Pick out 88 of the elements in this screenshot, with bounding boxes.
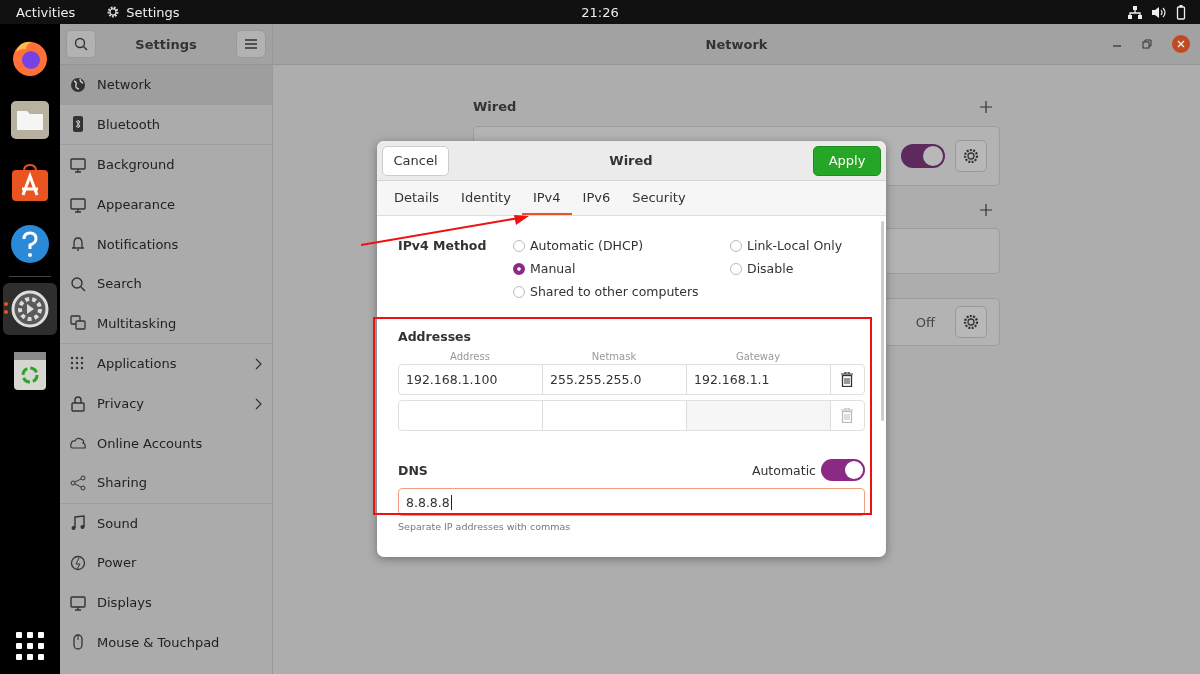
- sidebar-item[interactable]: Appearance: [60, 184, 272, 225]
- tab[interactable]: Identity: [450, 181, 522, 215]
- gear-icon: [963, 314, 979, 330]
- sidebar-item[interactable]: Notifications: [60, 224, 272, 264]
- gear-icon: [10, 289, 50, 329]
- column-header: Netmask: [590, 351, 638, 362]
- sidebar-item[interactable]: Search: [60, 263, 272, 304]
- sidebar-title: Settings: [135, 36, 197, 52]
- settings-category-icon: [70, 594, 86, 611]
- radio-option[interactable]: Manual: [513, 261, 730, 276]
- hint-text: Separate IP addresses with commas: [398, 521, 572, 532]
- sidebar-item[interactable]: Applications: [60, 344, 272, 384]
- recycle-bin-icon: [13, 351, 47, 391]
- toggle-switch[interactable]: [821, 459, 865, 481]
- folder-icon: [10, 100, 50, 140]
- column-header: Address: [449, 351, 491, 362]
- search-button[interactable]: [66, 30, 96, 58]
- settings-category-icon: [70, 474, 86, 491]
- switch-label: Automatic: [751, 462, 816, 478]
- sidebar-item[interactable]: Multitasking: [60, 303, 272, 344]
- sidebar-item[interactable]: Sound: [60, 503, 272, 544]
- netmask-field[interactable]: 255.255.255.0: [543, 365, 687, 394]
- radio-option[interactable]: Link-Local Only: [730, 238, 843, 253]
- sidebar-item[interactable]: Online Accounts: [60, 423, 272, 463]
- sidebar-item[interactable]: Displays: [60, 582, 272, 623]
- gateway-field[interactable]: 192.168.1.1: [687, 365, 831, 394]
- shopping-bag-icon: [10, 162, 50, 202]
- add-icon[interactable]: [980, 100, 992, 113]
- radio-option[interactable]: Automatic (DHCP): [513, 238, 730, 253]
- gear-icon: [106, 5, 121, 19]
- radio-option[interactable]: Disable: [730, 261, 843, 276]
- column-header: Gateway: [734, 351, 782, 362]
- settings-category-icon: [70, 196, 86, 213]
- settings-category-icon: [70, 157, 86, 173]
- settings-button[interactable]: [955, 306, 987, 338]
- restore-icon[interactable]: [1142, 39, 1152, 49]
- settings-category-icon: [70, 116, 86, 133]
- search-icon: [74, 37, 88, 51]
- proxy-state: Off: [915, 314, 935, 330]
- settings-category-icon: [70, 355, 86, 372]
- address-field[interactable]: 192.168.1.100: [399, 365, 543, 394]
- section-title: Wired: [473, 99, 517, 114]
- menu-button[interactable]: [236, 30, 266, 58]
- settings-button[interactable]: [955, 140, 987, 172]
- sidebar-item[interactable]: Power: [60, 543, 272, 583]
- sidebar-item[interactable]: Background: [60, 145, 272, 185]
- search-icon: [70, 275, 86, 292]
- question-icon: [10, 224, 50, 264]
- sidebar-item[interactable]: Sharing: [60, 462, 272, 503]
- cancel-button[interactable]: Cancel: [382, 145, 449, 176]
- toggle-switch[interactable]: [901, 144, 945, 168]
- menu-icon: [245, 39, 257, 49]
- radio-button[interactable]: [513, 262, 525, 275]
- field-label: IPv4 Method: [398, 238, 488, 255]
- sidebar-item[interactable]: Privacy: [60, 383, 272, 424]
- settings-category-icon: [70, 515, 86, 532]
- settings-category-icon: [70, 315, 86, 332]
- settings-category-icon: [70, 634, 86, 651]
- gear-icon: [963, 148, 979, 164]
- dialog-title: Wired: [609, 153, 653, 168]
- radio-option[interactable]: Shared to other computers: [513, 284, 730, 299]
- section-title: Addresses: [398, 329, 472, 344]
- app-grid-icon[interactable]: [16, 632, 44, 660]
- settings-category-icon: [70, 76, 86, 93]
- settings-category-icon: [70, 395, 86, 412]
- add-icon[interactable]: [980, 204, 992, 216]
- trash-icon: [841, 408, 853, 423]
- section-title: DNS: [398, 462, 429, 478]
- settings-category-icon: [70, 554, 86, 571]
- close-icon[interactable]: [1172, 35, 1190, 53]
- battery-icon[interactable]: [1176, 4, 1186, 20]
- sidebar-item[interactable]: Bluetooth: [60, 104, 272, 145]
- sidebar-item[interactable]: Mouse & Touchpad: [60, 622, 272, 662]
- tab[interactable]: IPv6: [571, 181, 622, 215]
- dns-field[interactable]: 8.8.8.8: [398, 488, 865, 516]
- page-title: Network: [705, 36, 768, 52]
- trash-icon[interactable]: [841, 372, 853, 387]
- clock[interactable]: 21:26: [581, 4, 619, 20]
- volume-icon[interactable]: [1152, 5, 1166, 19]
- sidebar-item[interactable]: Network: [60, 65, 272, 105]
- settings-category-icon: [70, 236, 86, 253]
- network-icon[interactable]: [1128, 5, 1142, 19]
- settings-category-icon: [70, 435, 86, 452]
- dock-app[interactable]: [3, 283, 57, 335]
- tab[interactable]: Details: [383, 181, 451, 215]
- tab[interactable]: Security: [621, 181, 697, 215]
- app-menu[interactable]: Settings: [106, 4, 180, 20]
- activities-button[interactable]: Activities: [16, 4, 76, 20]
